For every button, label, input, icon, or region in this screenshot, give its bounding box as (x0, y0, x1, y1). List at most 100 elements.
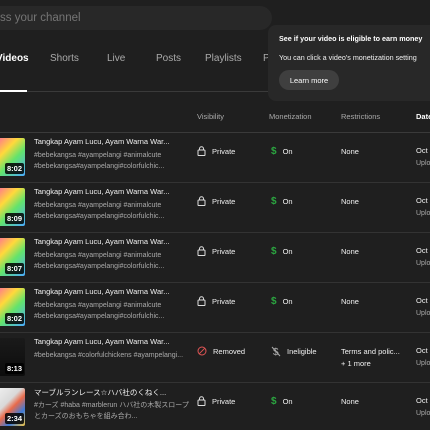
tooltip-title: See if your video is eligible to earn mo… (279, 34, 423, 43)
date-status: Uplo (416, 310, 430, 317)
dollar-icon: $ (271, 296, 277, 307)
video-description: #bebekangsa #colorfulchickens #ayampelan… (34, 352, 184, 359)
video-description: #カーズ #haba #marblerun ハバ社の木製スロープとカーズのおもち… (34, 402, 189, 420)
date-value: Oct (416, 296, 428, 305)
visibility-cell[interactable]: Private (197, 146, 235, 156)
video-title[interactable]: Tangkap Ayam Lucu, Ayam Warna War... (34, 137, 194, 146)
video-description: #bebekangsa #ayampelangi #animalcute #be… (34, 152, 165, 170)
restrictions-label: None (341, 397, 359, 406)
video-title[interactable]: マーブルランレース☆ハバ社のくねく... (34, 387, 194, 398)
column-header-monetization: Monetization (269, 112, 312, 121)
visibility-label: Private (212, 296, 236, 306)
date-cell: Oct Uplo (416, 344, 430, 370)
monetization-tooltip: See if your video is eligible to earn mo… (268, 25, 430, 101)
video-thumbnail[interactable]: 8:13 (0, 338, 25, 376)
column-header-date[interactable]: Date (416, 112, 430, 121)
duration-badge: 8:02 (4, 313, 24, 324)
date-value: Oct (416, 246, 428, 255)
monetization-cell[interactable]: $ Ineligible (271, 346, 317, 357)
restrictions-label: None (341, 197, 359, 206)
lock-icon (197, 246, 206, 256)
search-bar[interactable] (0, 6, 272, 30)
monetization-label: On (282, 247, 293, 256)
visibility-label: Private (212, 146, 236, 156)
restrictions-label: None (341, 297, 359, 306)
lock-icon (197, 296, 206, 306)
lock-icon (197, 146, 206, 156)
duration-badge: 8:13 (4, 363, 24, 374)
duration-badge: 8:09 (4, 213, 24, 224)
visibility-label: Private (212, 196, 236, 206)
tab-shorts[interactable]: Shorts (50, 46, 79, 92)
search-input[interactable] (0, 6, 154, 30)
dollar-icon: $ (271, 396, 277, 407)
video-thumbnail[interactable]: 2:34 (0, 388, 25, 426)
table-row[interactable]: 8:02 Tangkap Ayam Lucu, Ayam Warna War..… (0, 283, 430, 333)
lock-icon (197, 396, 206, 406)
tab-videos[interactable]: Videos (0, 46, 29, 92)
restrictions-label: None (341, 247, 359, 256)
visibility-cell[interactable]: Removed (197, 346, 245, 356)
video-thumbnail[interactable]: 8:02 (0, 138, 25, 176)
monetization-label: On (282, 197, 293, 206)
table-row[interactable]: 8:07 Tangkap Ayam Lucu, Ayam Warna War..… (0, 233, 430, 283)
date-value: Oct (416, 146, 428, 155)
duration-badge: 2:34 (4, 413, 24, 424)
tooltip-body: You can click a video's monetization set… (279, 53, 417, 62)
visibility-label: Private (212, 246, 236, 256)
dollar-icon: $ (271, 196, 277, 207)
restrictions-more[interactable]: + 1 more (341, 358, 400, 370)
monetization-cell[interactable]: $ On (271, 396, 293, 407)
video-thumbnail[interactable]: 8:07 (0, 238, 25, 276)
tab-live[interactable]: Live (107, 46, 125, 92)
visibility-cell[interactable]: Private (197, 246, 235, 256)
restrictions-cell[interactable]: Terms and polic... + 1 more (341, 346, 400, 370)
date-value: Oct (416, 346, 428, 355)
dollar-icon: $ (271, 146, 277, 157)
tab-posts[interactable]: Posts (156, 46, 181, 92)
video-description: #bebekangsa #ayampelangi #animalcute #be… (34, 302, 165, 320)
visibility-label: Removed (213, 346, 246, 356)
monetization-cell[interactable]: $ On (271, 146, 293, 157)
visibility-label: Private (212, 396, 236, 406)
date-status: Uplo (416, 360, 430, 367)
video-title[interactable]: Tangkap Ayam Lucu, Ayam Warna War... (34, 187, 194, 196)
learn-more-button[interactable]: Learn more (279, 70, 339, 90)
visibility-cell[interactable]: Private (197, 396, 235, 406)
dollar-off-icon: $ (271, 346, 281, 357)
duration-badge: 8:02 (4, 163, 24, 174)
table-row[interactable]: 8:09 Tangkap Ayam Lucu, Ayam Warna War..… (0, 183, 430, 233)
date-cell: Oct Uplo (416, 244, 430, 270)
date-cell: Oct Uplo (416, 194, 430, 220)
video-title[interactable]: Tangkap Ayam Lucu, Ayam Warna War... (34, 287, 194, 296)
video-title[interactable]: Tangkap Ayam Lucu, Ayam Warna War... (34, 337, 194, 346)
monetization-label: On (282, 297, 293, 306)
monetization-cell[interactable]: $ On (271, 196, 293, 207)
monetization-cell[interactable]: $ On (271, 296, 293, 307)
monetization-cell[interactable]: $ On (271, 246, 293, 257)
date-cell: Oct Uplo (416, 394, 430, 420)
video-title[interactable]: Tangkap Ayam Lucu, Ayam Warna War... (34, 237, 194, 246)
column-header-visibility: Visibility (197, 112, 224, 121)
video-description: #bebekangsa #ayampelangi #animalcute #be… (34, 202, 165, 220)
video-description: #bebekangsa #ayampelangi #animalcute #be… (34, 252, 165, 270)
video-thumbnail[interactable]: 8:09 (0, 188, 25, 226)
date-value: Oct (416, 196, 428, 205)
table-row[interactable]: 8:02 Tangkap Ayam Lucu, Ayam Warna War..… (0, 133, 430, 183)
visibility-cell[interactable]: Private (197, 296, 235, 306)
video-thumbnail[interactable]: 8:02 (0, 288, 25, 326)
tab-playlists[interactable]: Playlists (205, 46, 242, 92)
visibility-cell[interactable]: Private (197, 196, 235, 206)
date-value: Oct (416, 396, 428, 405)
table-row[interactable]: 8:13 Tangkap Ayam Lucu, Ayam Warna War..… (0, 333, 430, 383)
lock-icon (197, 196, 206, 206)
monetization-label: On (282, 147, 293, 156)
table-row[interactable]: 2:34 マーブルランレース☆ハバ社のくねく... #カーズ #haba #ma… (0, 383, 430, 430)
duration-badge: 8:07 (4, 263, 24, 274)
blocked-icon (197, 346, 207, 356)
date-status: Uplo (416, 260, 430, 267)
date-status: Uplo (416, 160, 430, 167)
dollar-icon: $ (271, 246, 277, 257)
monetization-label: On (282, 397, 293, 406)
date-cell: Oct Uplo (416, 144, 430, 170)
